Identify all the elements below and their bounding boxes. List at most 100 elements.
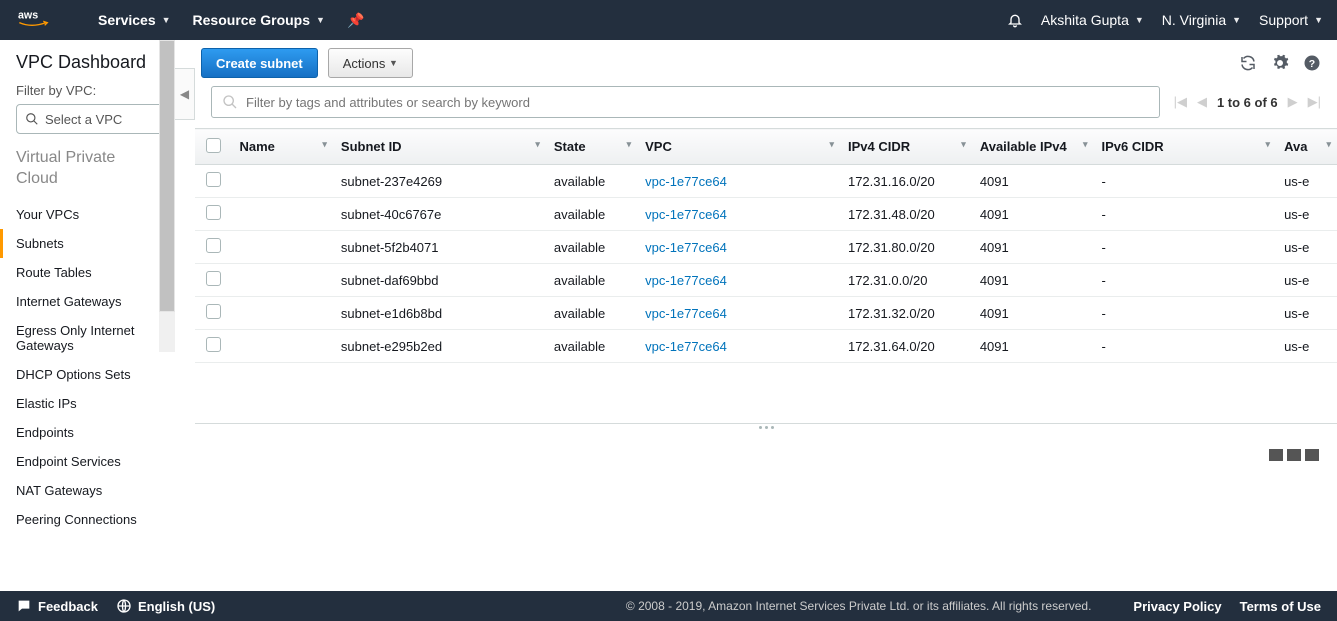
footer: Feedback English (US) © 2008 - 2019, Ama…	[0, 591, 1337, 621]
create-subnet-button[interactable]: Create subnet	[201, 48, 318, 78]
layout-icon-3[interactable]	[1305, 449, 1319, 461]
globe-icon	[116, 598, 132, 614]
sidebar-item-label: Endpoint Services	[16, 454, 121, 469]
nav-region[interactable]: N. Virginia▼	[1162, 12, 1241, 28]
cell-subnet-id: subnet-e1d6b8bd	[333, 297, 546, 330]
help-icon[interactable]: ?	[1303, 54, 1321, 72]
vpc-link[interactable]: vpc-1e77ce64	[645, 207, 727, 222]
sidebar-item-endpoint-services[interactable]: Endpoint Services	[0, 447, 175, 476]
sidebar-item-internet-gateways[interactable]: Internet Gateways	[0, 287, 175, 316]
terms-link[interactable]: Terms of Use	[1240, 599, 1321, 614]
checkbox[interactable]	[206, 205, 221, 220]
column-header-name[interactable]: Name▾	[232, 129, 333, 165]
sidebar-title[interactable]: VPC Dashboard	[0, 52, 175, 83]
sort-icon: ▾	[1326, 139, 1331, 150]
pin-icon: 📌	[347, 12, 364, 29]
language-label: English (US)	[138, 599, 215, 614]
checkbox[interactable]	[206, 172, 221, 187]
column-header-available-ipv4[interactable]: Available IPv4▾	[972, 129, 1094, 165]
cell-vpc: vpc-1e77ce64	[637, 165, 840, 198]
pager-next-icon[interactable]: ▶	[1288, 94, 1298, 110]
top-nav: aws Services▼ Resource Groups▼ 📌 Akshita…	[0, 0, 1337, 40]
gear-icon[interactable]	[1271, 54, 1289, 72]
nav-user[interactable]: Akshita Gupta▼	[1041, 12, 1144, 28]
table-row[interactable]: subnet-237e4269availablevpc-1e77ce64172.…	[195, 165, 1337, 198]
search-input[interactable]	[246, 95, 1149, 110]
layout-icons	[1269, 449, 1319, 461]
search-icon	[25, 112, 39, 126]
feedback-link[interactable]: Feedback	[16, 598, 98, 614]
cell-cidr: 172.31.0.0/20	[840, 264, 972, 297]
column-label: IPv6 CIDR	[1102, 139, 1164, 154]
nav-notifications[interactable]	[1007, 12, 1023, 28]
sidebar-item-elastic-ips[interactable]: Elastic IPs	[0, 389, 175, 418]
pager-prev-icon[interactable]: ◀	[1197, 94, 1207, 110]
nav-pin[interactable]: 📌	[347, 12, 364, 29]
nav-user-label: Akshita Gupta	[1041, 12, 1129, 28]
cell-available: 4091	[972, 165, 1094, 198]
layout-icon-1[interactable]	[1269, 449, 1283, 461]
checkbox[interactable]	[206, 337, 221, 352]
sidebar-collapse-handle[interactable]: ◀	[175, 68, 195, 120]
privacy-policy-link[interactable]: Privacy Policy	[1133, 599, 1221, 614]
cell-subnet-id: subnet-daf69bbd	[333, 264, 546, 297]
table-row[interactable]: subnet-e295b2edavailablevpc-1e77ce64172.…	[195, 330, 1337, 363]
sidebar-item-endpoints[interactable]: Endpoints	[0, 418, 175, 447]
searchbar: |◀ ◀ 1 to 6 of 6 ▶ ▶|	[211, 86, 1321, 118]
vpc-select[interactable]: Select a VPC	[16, 104, 163, 134]
table-row[interactable]: subnet-e1d6b8bdavailablevpc-1e77ce64172.…	[195, 297, 1337, 330]
column-label: Subnet ID	[341, 139, 402, 154]
sidebar-item-your-vpcs[interactable]: Your VPCs	[0, 200, 175, 229]
sidebar-item-nat-gateways[interactable]: NAT Gateways	[0, 476, 175, 505]
vpc-link[interactable]: vpc-1e77ce64	[645, 306, 727, 321]
nav-services[interactable]: Services▼	[98, 12, 171, 28]
cell-state: available	[546, 297, 637, 330]
bell-icon	[1007, 12, 1023, 28]
sidebar-scrollbar[interactable]	[159, 40, 175, 352]
cell-ipv6: -	[1094, 231, 1277, 264]
cell-available: 4091	[972, 231, 1094, 264]
column-header-ipv4-cidr[interactable]: IPv4 CIDR▾	[840, 129, 972, 165]
checkbox[interactable]	[206, 238, 221, 253]
sidebar-item-peering-connections[interactable]: Peering Connections	[0, 505, 175, 534]
checkbox[interactable]	[206, 304, 221, 319]
pager-last-icon[interactable]: ▶|	[1308, 94, 1321, 110]
column-header-vpc[interactable]: VPC▾	[637, 129, 840, 165]
nav-resource-groups[interactable]: Resource Groups▼	[193, 12, 325, 28]
table-row[interactable]: subnet-40c6767eavailablevpc-1e77ce64172.…	[195, 198, 1337, 231]
vpc-link[interactable]: vpc-1e77ce64	[645, 273, 727, 288]
nav-support[interactable]: Support▼	[1259, 12, 1323, 28]
layout-icon-2[interactable]	[1287, 449, 1301, 461]
sidebar-item-route-tables[interactable]: Route Tables	[0, 258, 175, 287]
table-row[interactable]: subnet-daf69bbdavailablevpc-1e77ce64172.…	[195, 264, 1337, 297]
sidebar-item-dhcp-options-sets[interactable]: DHCP Options Sets	[0, 360, 175, 389]
column-header-ava[interactable]: Ava▾	[1276, 129, 1337, 165]
column-header-subnet-id[interactable]: Subnet ID▾	[333, 129, 546, 165]
sidebar-item-egress-only-internet-gateways[interactable]: Egress Only Internet Gateways	[0, 316, 175, 360]
checkbox[interactable]	[206, 271, 221, 286]
actions-button[interactable]: Actions ▼	[328, 48, 413, 78]
svg-text:?: ?	[1309, 58, 1315, 70]
split-handle[interactable]	[195, 423, 1337, 431]
pager-first-icon[interactable]: |◀	[1174, 94, 1187, 110]
sidebar: VPC Dashboard Filter by VPC: Select a VP…	[0, 40, 175, 591]
cell-ipv6: -	[1094, 264, 1277, 297]
feedback-label: Feedback	[38, 599, 98, 614]
vpc-link[interactable]: vpc-1e77ce64	[645, 339, 727, 354]
cell-available: 4091	[972, 297, 1094, 330]
table-row[interactable]: subnet-5f2b4071availablevpc-1e77ce64172.…	[195, 231, 1337, 264]
column-header-ipv6-cidr[interactable]: IPv6 CIDR▾	[1094, 129, 1277, 165]
aws-logo[interactable]: aws	[18, 8, 58, 32]
vpc-link[interactable]: vpc-1e77ce64	[645, 240, 727, 255]
select-all-header[interactable]	[195, 129, 232, 165]
search-input-wrap[interactable]	[211, 86, 1160, 118]
checkbox[interactable]	[206, 138, 221, 153]
footer-copyright: © 2008 - 2019, Amazon Internet Services …	[626, 599, 1092, 613]
language-selector[interactable]: English (US)	[116, 598, 215, 614]
refresh-icon[interactable]	[1239, 54, 1257, 72]
vpc-link[interactable]: vpc-1e77ce64	[645, 174, 727, 189]
column-header-state[interactable]: State▾	[546, 129, 637, 165]
sidebar-item-subnets[interactable]: Subnets	[0, 229, 175, 258]
cell-state: available	[546, 165, 637, 198]
cell-vpc: vpc-1e77ce64	[637, 198, 840, 231]
